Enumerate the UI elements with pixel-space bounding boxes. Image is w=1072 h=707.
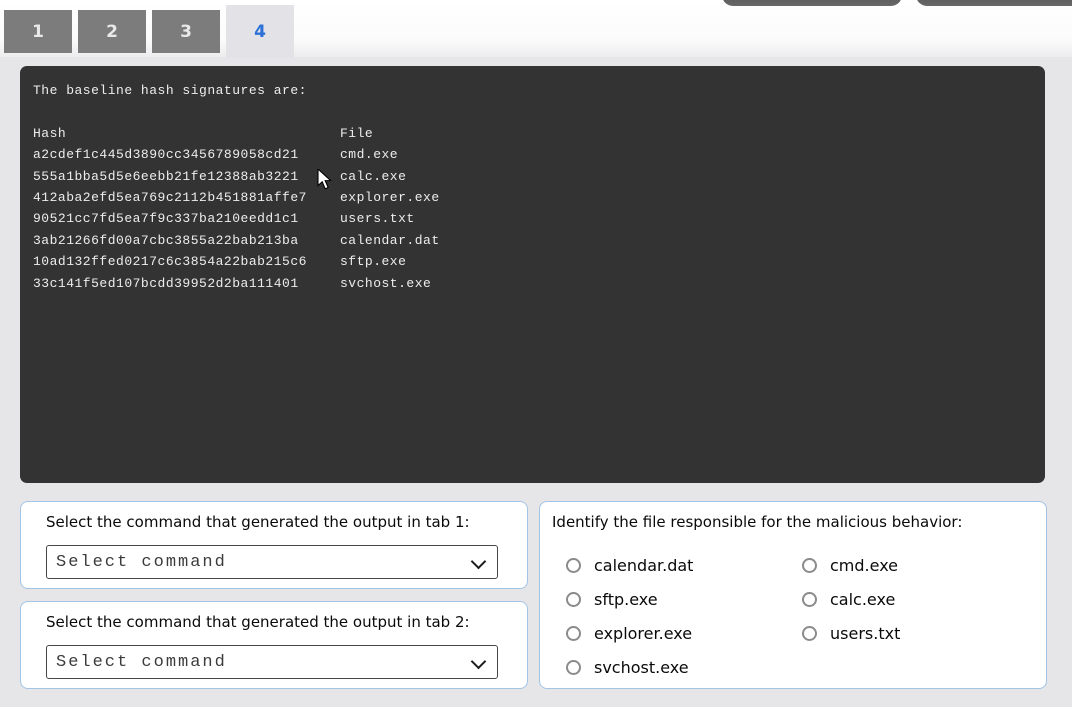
radio-option-label: users.txt: [830, 624, 900, 643]
radio-icon[interactable]: [566, 626, 581, 641]
hash-value: 90521cc7fd5ea7f9c337ba210eedd1c1: [33, 208, 340, 229]
hash-value: 412aba2efd5ea769c2112b451881affe7: [33, 187, 340, 208]
radio-option-calc.exe[interactable]: calc.exe: [802, 590, 1030, 609]
file-name: sftp.exe: [340, 251, 406, 272]
hash-table: a2cdef1c445d3890cc3456789058cd21cmd.exe5…: [33, 144, 1032, 294]
hash-value: a2cdef1c445d3890cc3456789058cd21: [33, 144, 340, 165]
radio-icon[interactable]: [566, 660, 581, 675]
hash-row: 555a1bba5d5e6eebb21fe12388ab3221calc.exe: [33, 166, 1032, 187]
command-select-1[interactable]: Select command: [46, 545, 498, 579]
command-question-1-panel: Select the command that generated the ou…: [20, 501, 528, 589]
radio-option-explorer.exe[interactable]: explorer.exe: [566, 624, 802, 643]
hash-table-header: Hash File: [33, 123, 1032, 144]
terminal-blank-line: [33, 101, 1032, 122]
hash-value: 10ad132ffed0217c6c3854a22bab215c6: [33, 251, 340, 272]
radio-option-label: sftp.exe: [594, 590, 658, 609]
terminal-output: The baseline hash signatures are: Hash F…: [20, 66, 1045, 483]
radio-option-calendar.dat[interactable]: calendar.dat: [566, 556, 802, 575]
tab-2[interactable]: 2: [78, 10, 146, 53]
partial-button-2[interactable]: [916, 0, 1072, 6]
partial-button-1[interactable]: [722, 0, 902, 6]
file-column-header: File: [340, 123, 373, 144]
tab-1[interactable]: 1: [4, 10, 72, 53]
malicious-options: calendar.dat cmd.exe sftp.exe calc.exe explo…: [566, 548, 1030, 684]
terminal-intro: The baseline hash signatures are:: [33, 80, 1032, 101]
malicious-file-label: Identify the file responsible for the ma…: [552, 513, 962, 531]
file-name: explorer.exe: [340, 187, 440, 208]
file-name: calc.exe: [340, 166, 406, 187]
hash-row: 90521cc7fd5ea7f9c337ba210eedd1c1users.tx…: [33, 208, 1032, 229]
radio-option-sftp.exe[interactable]: sftp.exe: [566, 590, 802, 609]
radio-option-label: cmd.exe: [830, 556, 898, 575]
hash-value: 555a1bba5d5e6eebb21fe12388ab3221: [33, 166, 340, 187]
radio-option-cmd.exe[interactable]: cmd.exe: [802, 556, 1030, 575]
radio-option-svchost.exe[interactable]: svchost.exe: [566, 658, 802, 677]
file-name: calendar.dat: [340, 230, 440, 251]
radio-icon[interactable]: [566, 558, 581, 573]
file-name: cmd.exe: [340, 144, 398, 165]
radio-icon[interactable]: [802, 626, 817, 641]
file-name: svchost.exe: [340, 273, 431, 294]
radio-icon[interactable]: [566, 592, 581, 607]
malicious-file-panel: Identify the file responsible for the ma…: [539, 501, 1047, 689]
tab-4[interactable]: 4: [226, 5, 294, 58]
command-question-1-label: Select the command that generated the ou…: [46, 513, 470, 531]
radio-option-label: calc.exe: [830, 590, 895, 609]
hash-value: 3ab21266fd00a7cbc3855a22bab213ba: [33, 230, 340, 251]
hash-row: 10ad132ffed0217c6c3854a22bab215c6sftp.ex…: [33, 251, 1032, 272]
command-question-2-label: Select the command that generated the ou…: [46, 613, 470, 631]
radio-option-label: calendar.dat: [594, 556, 693, 575]
hash-row: 3ab21266fd00a7cbc3855a22bab213bacalendar…: [33, 230, 1032, 251]
file-name: users.txt: [340, 208, 415, 229]
hash-value: 33c141f5ed107bcdd39952d2ba111401: [33, 273, 340, 294]
tab-bar: 1234: [4, 10, 294, 58]
command-select-2[interactable]: Select command: [46, 645, 498, 679]
hash-row: 412aba2efd5ea769c2112b451881affe7explore…: [33, 187, 1032, 208]
radio-option-label: svchost.exe: [594, 658, 689, 677]
hash-row: a2cdef1c445d3890cc3456789058cd21cmd.exe: [33, 144, 1032, 165]
hash-row: 33c141f5ed107bcdd39952d2ba111401svchost.…: [33, 273, 1032, 294]
radio-option-users.txt[interactable]: users.txt: [802, 624, 1030, 643]
tab-3[interactable]: 3: [152, 10, 220, 53]
hash-column-header: Hash: [33, 123, 340, 144]
radio-icon[interactable]: [802, 592, 817, 607]
command-question-2-panel: Select the command that generated the ou…: [20, 601, 528, 689]
radio-option-label: explorer.exe: [594, 624, 692, 643]
radio-icon[interactable]: [802, 558, 817, 573]
